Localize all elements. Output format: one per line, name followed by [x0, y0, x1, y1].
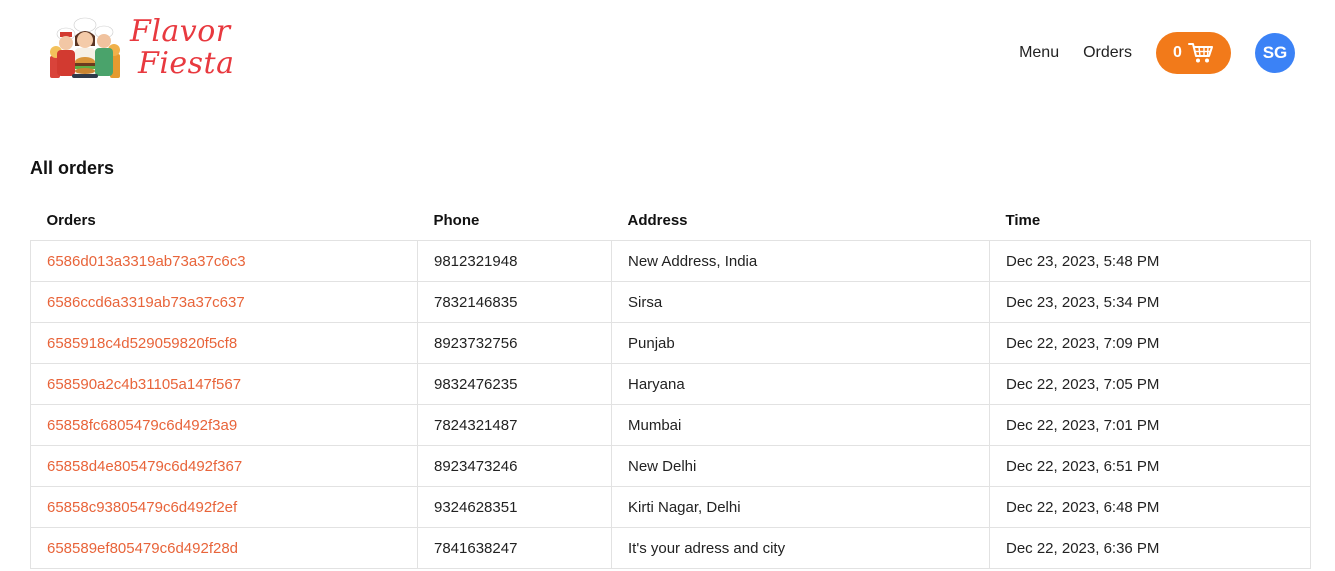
cart-button[interactable]: 0	[1156, 32, 1231, 74]
table-row: 6586d013a3319ab73a37c6c3 9812321948 New …	[30, 240, 1311, 282]
phone-cell: 7841638247	[417, 527, 612, 569]
order-id-cell: 6586ccd6a3319ab73a37c637	[30, 281, 418, 323]
orders-table: Orders Phone Address Time 6586d013a3319a…	[30, 200, 1311, 569]
orders-page: Flavor Fiesta Menu Orders 0 SG All order…	[0, 0, 1335, 571]
address-cell: It's your adress and city	[611, 527, 990, 569]
order-id-cell: 65858fc6805479c6d492f3a9	[30, 404, 418, 446]
phone-cell: 8923473246	[417, 445, 612, 487]
table-row: 65858d4e805479c6d492f367 8923473246 New …	[30, 445, 1311, 487]
nav-orders-link[interactable]: Orders	[1083, 32, 1132, 74]
order-id-cell: 658589ef805479c6d492f28d	[30, 527, 418, 569]
time-cell: Dec 22, 2023, 6:51 PM	[989, 445, 1311, 487]
page-title: All orders	[30, 158, 115, 178]
main-nav: Menu Orders 0 SG	[1019, 32, 1295, 74]
phone-cell: 7824321487	[417, 404, 612, 446]
time-cell: Dec 22, 2023, 6:48 PM	[989, 486, 1311, 528]
order-id-cell: 6586d013a3319ab73a37c6c3	[30, 240, 418, 282]
shopping-cart-icon	[1187, 43, 1213, 63]
table-row: 658590a2c4b31105a147f567 9832476235 Hary…	[30, 363, 1311, 405]
time-cell: Dec 23, 2023, 5:34 PM	[989, 281, 1311, 323]
table-header-row: Orders Phone Address Time	[31, 200, 1311, 241]
address-cell: New Address, India	[611, 240, 990, 282]
order-id-link[interactable]: 65858c93805479c6d492f2ef	[47, 499, 237, 516]
time-cell: Dec 22, 2023, 6:36 PM	[989, 527, 1311, 569]
order-id-link[interactable]: 658589ef805479c6d492f28d	[47, 540, 238, 557]
cart-count-badge: 0	[1173, 44, 1182, 61]
phone-cell: 9832476235	[417, 363, 612, 405]
top-header: Flavor Fiesta Menu Orders 0 SG	[0, 0, 1335, 105]
address-cell: Punjab	[611, 322, 990, 364]
user-avatar[interactable]: SG	[1255, 33, 1295, 73]
time-cell: Dec 22, 2023, 7:05 PM	[989, 363, 1311, 405]
order-id-link[interactable]: 6586ccd6a3319ab73a37c637	[47, 294, 245, 311]
phone-cell: 9812321948	[417, 240, 612, 282]
nav-menu-link[interactable]: Menu	[1019, 32, 1059, 74]
table-row: 6585918c4d529059820f5cf8 8923732756 Punj…	[30, 322, 1311, 364]
order-id-link[interactable]: 65858d4e805479c6d492f367	[47, 458, 242, 475]
address-cell: Haryana	[611, 363, 990, 405]
column-header-orders: Orders	[46, 211, 96, 229]
time-cell: Dec 23, 2023, 5:48 PM	[989, 240, 1311, 282]
table-row: 6586ccd6a3319ab73a37c637 7832146835 Sirs…	[30, 281, 1311, 323]
time-cell: Dec 22, 2023, 7:01 PM	[989, 404, 1311, 446]
order-id-cell: 65858c93805479c6d492f2ef	[30, 486, 418, 528]
order-id-link[interactable]: 65858fc6805479c6d492f3a9	[47, 417, 237, 434]
order-id-cell: 6585918c4d529059820f5cf8	[30, 322, 418, 364]
phone-cell: 9324628351	[417, 486, 612, 528]
order-id-link[interactable]: 6585918c4d529059820f5cf8	[47, 335, 237, 352]
brand-logo[interactable]: Flavor Fiesta	[48, 14, 234, 86]
phone-cell: 8923732756	[417, 322, 612, 364]
order-id-link[interactable]: 6586d013a3319ab73a37c6c3	[47, 253, 246, 270]
table-row: 658589ef805479c6d492f28d 7841638247 It's…	[30, 527, 1311, 569]
chefs-mascot-icon	[50, 17, 120, 78]
column-header-time: Time	[1005, 211, 1041, 229]
column-header-address: Address	[627, 211, 688, 229]
order-id-cell: 658590a2c4b31105a147f567	[30, 363, 418, 405]
order-id-cell: 65858d4e805479c6d492f367	[30, 445, 418, 487]
column-header-phone: Phone	[433, 211, 480, 229]
time-cell: Dec 22, 2023, 7:09 PM	[989, 322, 1311, 364]
brand-name-line2: Fiesta	[138, 46, 235, 81]
brand-wordmark: Flavor Fiesta	[130, 14, 234, 86]
address-cell: Mumbai	[611, 404, 990, 446]
address-cell: Sirsa	[611, 281, 990, 323]
phone-cell: 7832146835	[417, 281, 612, 323]
address-cell: New Delhi	[611, 445, 990, 487]
brand-name-line1: Flavor	[130, 14, 231, 49]
table-row: 65858fc6805479c6d492f3a9 7824321487 Mumb…	[30, 404, 1311, 446]
order-id-link[interactable]: 658590a2c4b31105a147f567	[47, 376, 241, 393]
table-row: 65858c93805479c6d492f2ef 9324628351 Kirt…	[30, 486, 1311, 528]
address-cell: Kirti Nagar, Delhi	[611, 486, 990, 528]
